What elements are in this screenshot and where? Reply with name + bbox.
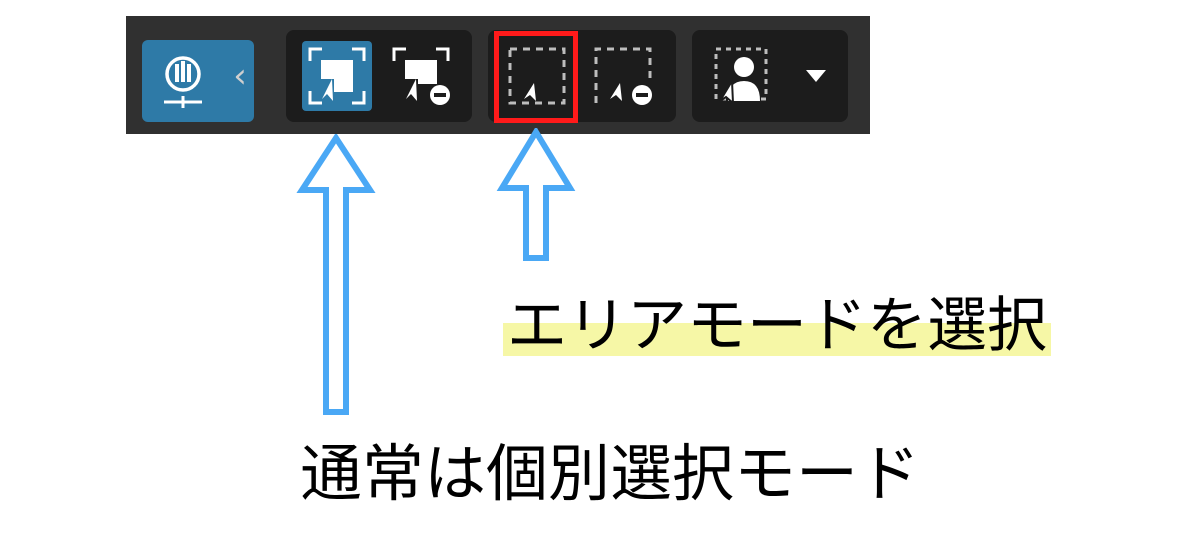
individual-deselect-icon	[392, 47, 450, 105]
individual-deselect-button[interactable]	[386, 41, 456, 111]
person-area-select-button[interactable]	[706, 41, 776, 111]
person-select-dropdown[interactable]	[798, 60, 834, 92]
area-deselect-button[interactable]	[588, 41, 658, 111]
individual-select-group	[286, 30, 472, 122]
normal-mode-label: 通常は個別選択モード	[300, 437, 921, 510]
person-select-icon	[714, 47, 768, 106]
area-select-highlight	[494, 31, 578, 123]
individual-select-icon	[308, 47, 366, 105]
collapse-chevron[interactable]: ‹	[230, 56, 250, 96]
caret-down-icon	[806, 70, 826, 82]
person-select-group	[692, 30, 848, 122]
arrow-up-individual-icon	[296, 134, 376, 415]
individual-select-mode-button[interactable]	[302, 41, 372, 111]
area-deselect-icon	[594, 47, 652, 105]
chevron-left-icon: ‹	[233, 56, 247, 96]
area-mode-label: エリアモードを選択	[503, 296, 1051, 356]
arrow-up-area-icon	[496, 128, 576, 261]
